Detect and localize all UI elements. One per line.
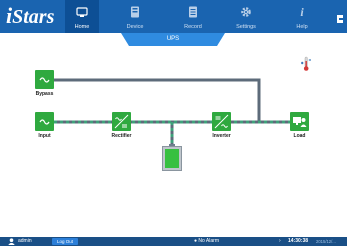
thermometer-icon <box>301 56 311 71</box>
tab-settings[interactable]: Settings <box>228 0 264 33</box>
tab-help[interactable]: i Help <box>285 0 319 33</box>
bypass-block[interactable] <box>35 70 54 89</box>
record-icon <box>176 0 210 23</box>
tab-home[interactable]: Home <box>65 0 99 33</box>
load-icon <box>293 117 307 127</box>
username: admin <box>18 238 32 244</box>
tab-record[interactable]: Record <box>176 0 210 33</box>
brand-logo: iStars <box>6 3 55 29</box>
tab-device[interactable]: Device <box>118 0 152 33</box>
status-bar: admin Log Out ● No Alarm › 14:30:38 2015… <box>0 237 347 246</box>
alarm-dot-icon: ● <box>194 238 198 244</box>
rectifier-label: Rectifier <box>111 133 132 139</box>
svg-text:i: i <box>300 6 304 18</box>
input-label: Input <box>38 133 51 139</box>
help-icon: i <box>285 0 319 23</box>
load-label: Load <box>293 133 306 139</box>
monitor-icon <box>65 0 99 23</box>
load-block[interactable] <box>290 112 309 131</box>
clock-date: 2015/12/... <box>316 239 336 244</box>
user-icon <box>8 238 15 245</box>
arrow-icon[interactable]: › <box>279 237 281 246</box>
ac-source-icon <box>39 77 50 83</box>
battery-icon[interactable] <box>162 144 182 171</box>
clock-time: 14:30:38 <box>288 238 309 244</box>
inverter-label: Inverter <box>212 133 231 139</box>
rectifier-icon <box>114 114 129 129</box>
inverter-block[interactable] <box>212 112 231 131</box>
ups-flow-diagram: Bypass Input Rectifier Inverter Load <box>0 46 347 236</box>
input-block[interactable] <box>35 112 54 131</box>
top-navigation-bar: iStars Home Device Record Settings i Hel… <box>0 0 347 33</box>
bypass-label: Bypass <box>35 91 54 97</box>
logout-button[interactable]: Log Out <box>52 238 78 245</box>
rectifier-block[interactable] <box>112 112 131 131</box>
exit-icon[interactable] <box>336 11 345 23</box>
inverter-icon <box>214 114 229 129</box>
page-title: UPS <box>166 36 180 42</box>
device-icon <box>118 0 152 23</box>
ac-source-icon <box>39 119 50 125</box>
alarm-status: ● No Alarm <box>194 238 219 244</box>
gear-icon <box>228 0 264 23</box>
